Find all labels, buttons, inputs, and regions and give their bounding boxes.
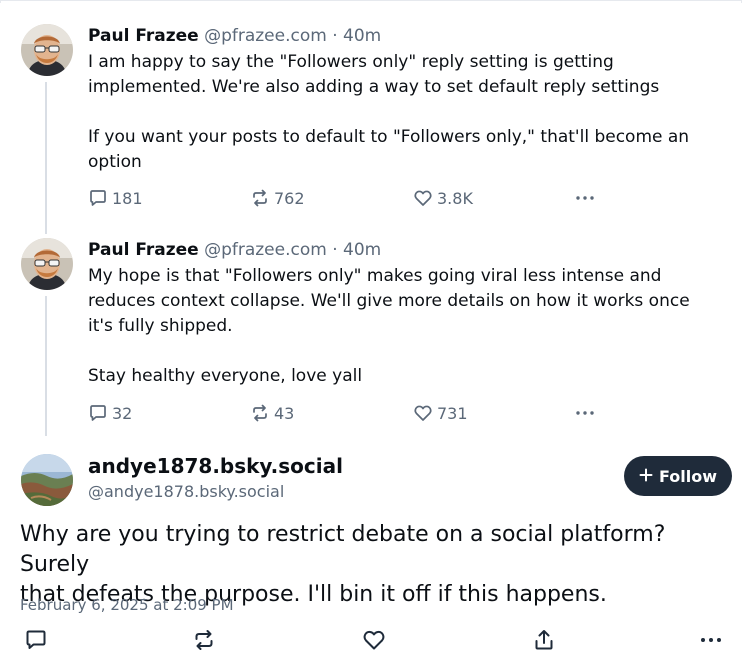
author-name[interactable]: andye1878.bsky.social [88, 454, 343, 478]
reply-count: 181 [112, 188, 143, 208]
post-header: Paul Frazee @pfrazee.com · 40m [88, 238, 726, 262]
post-time[interactable]: 40m [343, 26, 381, 46]
like-icon [413, 403, 433, 423]
post-actions: 32 43 731 [88, 403, 726, 429]
thread-post[interactable]: Paul Frazee @pfrazee.com · 40m I am happ… [0, 0, 742, 230]
reply-button[interactable]: 32 [88, 403, 132, 423]
more-button[interactable] [574, 188, 596, 208]
like-button[interactable]: 3.8K [413, 188, 473, 208]
post-text-line: I am happy to say the "Followers only" r… [88, 52, 614, 72]
separator: · [332, 26, 338, 46]
like-count: 731 [437, 403, 468, 423]
reply-icon [88, 188, 108, 208]
plus-icon [639, 467, 653, 486]
post-text: My hope is that "Followers only" makes g… [88, 264, 726, 389]
thread-post[interactable]: Paul Frazee @pfrazee.com · 40m My hope i… [0, 230, 742, 440]
post-text-line: Why are you trying to restrict debate on… [20, 522, 666, 577]
post-header: Paul Frazee @pfrazee.com · 40m [88, 24, 726, 48]
follow-label: Follow [658, 466, 717, 486]
reply-icon[interactable] [24, 628, 48, 656]
repost-icon [250, 403, 270, 423]
like-icon [413, 188, 433, 208]
post-text-line: reduces context collapse. We'll give mor… [88, 291, 690, 311]
post-date[interactable]: February 6, 2025 at 2:09 PM [20, 596, 234, 614]
follow-button[interactable]: Follow [624, 456, 732, 496]
repost-button[interactable]: 43 [250, 403, 294, 423]
post-text-line: it's fully shipped. [88, 316, 233, 336]
avatar[interactable] [21, 24, 73, 76]
more-icon [574, 188, 596, 208]
repost-button[interactable]: 762 [250, 188, 305, 208]
post-text-line: If you want your posts to default to "Fo… [88, 127, 690, 147]
like-button[interactable]: 731 [413, 403, 468, 423]
post-text-line: Stay healthy everyone, love yall [88, 366, 363, 386]
post-text-line: option [88, 152, 142, 172]
like-count: 3.8K [437, 188, 473, 208]
avatar[interactable] [21, 454, 73, 506]
more-icon[interactable] [698, 628, 724, 656]
author-handle[interactable]: @andye1878.bsky.social [88, 482, 284, 501]
post-text-line [88, 100, 726, 125]
author-handle[interactable]: @pfrazee.com [204, 26, 327, 46]
reply-icon [88, 403, 108, 423]
post-text-line: implemented. We're also adding a way to … [88, 77, 660, 97]
author-name[interactable]: Paul Frazee [88, 26, 199, 46]
post-text: I am happy to say the "Followers only" r… [88, 50, 726, 175]
repost-count: 43 [274, 403, 295, 423]
repost-icon [250, 188, 270, 208]
separator: · [332, 240, 338, 260]
post-time[interactable]: 40m [343, 240, 381, 260]
repost-icon[interactable] [192, 628, 216, 656]
post-text-line: My hope is that "Followers only" makes g… [88, 266, 662, 286]
post-text-line [88, 339, 726, 364]
reply-button[interactable]: 181 [88, 188, 143, 208]
avatar[interactable] [21, 238, 73, 290]
author-name[interactable]: Paul Frazee [88, 240, 199, 260]
author-handle[interactable]: @pfrazee.com [204, 240, 327, 260]
like-icon[interactable] [362, 628, 386, 656]
more-icon [574, 403, 596, 423]
post-actions: 181 762 3.8K [88, 188, 726, 214]
more-button[interactable] [574, 403, 596, 423]
share-icon[interactable] [532, 628, 556, 656]
repost-count: 762 [274, 188, 305, 208]
reply-count: 32 [112, 403, 133, 423]
post-actions [0, 628, 742, 656]
